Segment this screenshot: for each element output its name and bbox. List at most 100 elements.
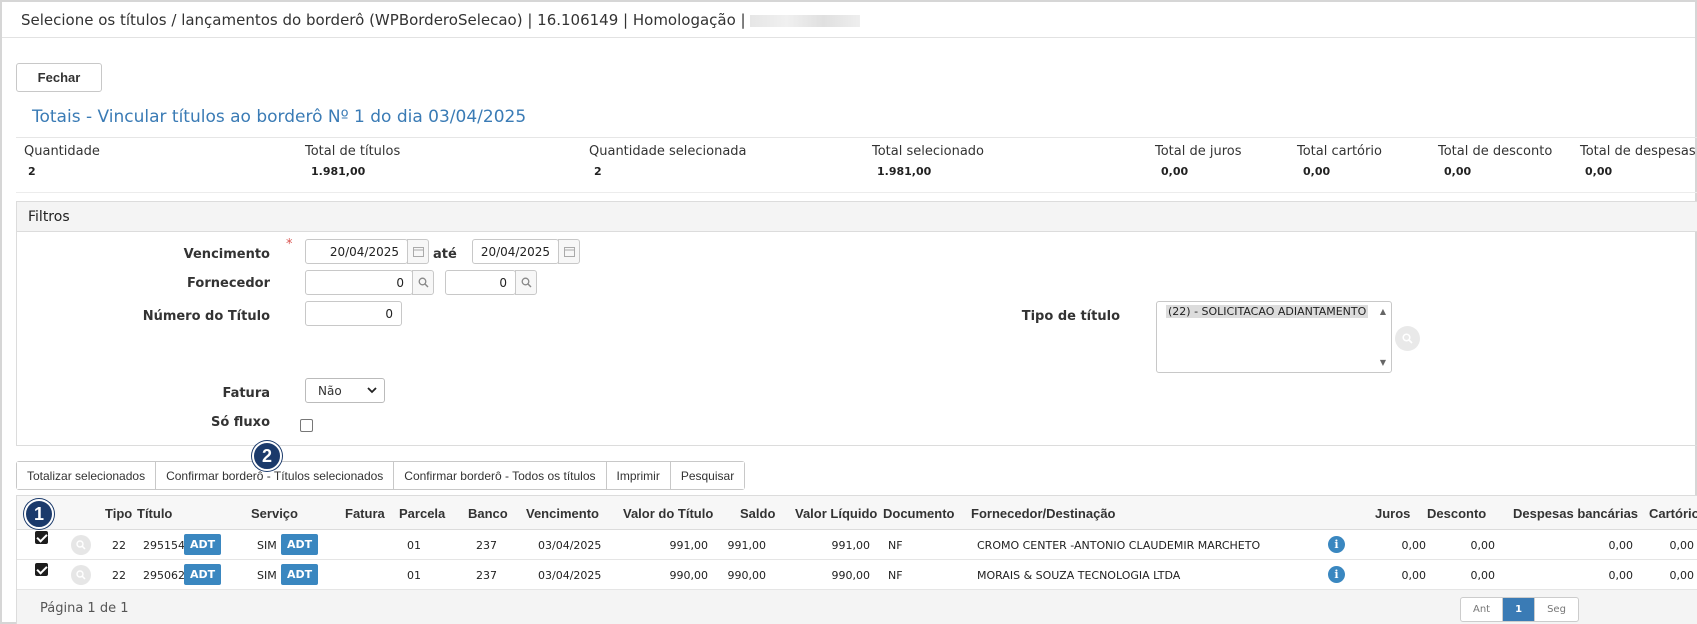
search-button[interactable]: Pesquisar — [670, 462, 745, 489]
row-type: 22 — [112, 539, 126, 552]
selected-quantity-label: Quantidade selecionada — [589, 144, 747, 159]
column-header[interactable]: Vencimento — [526, 506, 599, 521]
column-header[interactable]: Documento — [883, 506, 955, 521]
scroll-up-icon[interactable]: ▲ — [1380, 307, 1386, 316]
column-header[interactable]: Juros — [1375, 506, 1410, 521]
row-select-checkbox[interactable] — [35, 531, 48, 544]
row-registry: 0,00 — [1669, 539, 1695, 552]
row-discount: 0,00 — [1470, 539, 1496, 552]
total-interest-label: Total de juros — [1155, 144, 1242, 159]
supplier-label: Fornecedor — [187, 276, 270, 291]
row-title: 295062 — [143, 569, 185, 582]
filters-title: Filtros — [17, 202, 1697, 232]
service-tag[interactable]: ADT — [281, 564, 319, 585]
cash-flow-only-checkbox[interactable] — [300, 419, 313, 432]
title-number-input[interactable]: 0 — [305, 301, 402, 326]
search-icon[interactable] — [1395, 326, 1420, 351]
column-header[interactable]: Tipo — [105, 506, 132, 521]
total-quantity-label: Quantidade — [24, 144, 100, 159]
row-installment: 01 — [407, 539, 421, 552]
invoice-select[interactable]: Não — [305, 378, 385, 403]
title-number-label: Número do Título — [142, 309, 270, 324]
zoom-icon[interactable] — [71, 565, 91, 585]
row-due-date: 03/04/2025 — [538, 539, 602, 552]
title-tag[interactable]: ADT — [184, 534, 222, 555]
due-date-from-input[interactable]: 20/04/2025 — [305, 239, 408, 264]
column-header[interactable]: Desconto — [1427, 506, 1486, 521]
row-document: NF — [888, 569, 903, 582]
print-button[interactable]: Imprimir — [606, 462, 671, 489]
total-interest-value: 0,00 — [1161, 165, 1189, 178]
invoice-label: Fatura — [222, 386, 270, 401]
total-selected-value: 1.981,00 — [877, 165, 932, 178]
window-titlebar: Selecione os títulos / lançamentos do bo… — [2, 2, 1695, 38]
row-balance: 991,00 — [727, 539, 767, 552]
search-icon[interactable] — [515, 270, 537, 295]
total-titles-label: Total de títulos — [305, 144, 401, 159]
row-service: SIM — [257, 539, 277, 552]
info-icon[interactable]: i — [1328, 566, 1345, 583]
row-registry: 0,00 — [1669, 569, 1695, 582]
column-header[interactable]: Serviço — [251, 506, 298, 521]
divider — [16, 192, 1697, 193]
column-header[interactable]: Fornecedor/Destinação — [971, 506, 1116, 521]
chevron-down-icon — [367, 387, 377, 394]
page-info: Página 1 de 1 — [40, 601, 129, 616]
column-header[interactable]: Fatura — [345, 506, 385, 521]
total-discount-value: 0,00 — [1444, 165, 1472, 178]
column-header[interactable]: Saldo — [740, 506, 775, 521]
row-select-checkbox[interactable] — [35, 563, 48, 576]
row-balance: 990,00 — [727, 569, 767, 582]
due-date-label: Vencimento — [183, 247, 270, 262]
next-page-button[interactable]: Seg — [1535, 598, 1578, 621]
row-interest: 0,00 — [1401, 539, 1427, 552]
row-title-value: 991,00 — [669, 539, 709, 552]
confirm-all-button[interactable]: Confirmar borderô - Todos os títulos — [394, 462, 607, 489]
search-icon[interactable] — [412, 270, 434, 295]
zoom-icon[interactable] — [71, 535, 91, 555]
calendar-icon[interactable] — [558, 239, 580, 264]
scroll-down-icon[interactable]: ▼ — [1380, 358, 1386, 367]
info-icon[interactable]: i — [1328, 536, 1345, 553]
prev-page-button[interactable]: Ant — [1461, 598, 1504, 621]
service-tag[interactable]: ADT — [281, 534, 319, 555]
title-type-option[interactable]: (22) - SOLICITACAO ADIANTAMENTO — [1166, 305, 1369, 318]
total-selected-button[interactable]: Totalizar selecionados — [17, 462, 157, 489]
table-row[interactable]: 22 295062 ADT SIM ADT 01 237 03/04/2025 … — [17, 560, 1697, 590]
row-net-value: 990,00 — [831, 569, 871, 582]
title-tag[interactable]: ADT — [184, 564, 222, 585]
column-header[interactable]: Título — [137, 506, 172, 521]
due-date-to-input[interactable]: 20/04/2025 — [472, 239, 559, 264]
supplier-from-input[interactable]: 0 — [305, 270, 413, 295]
column-header[interactable]: Parcela — [399, 506, 445, 521]
table-row[interactable]: 22 295154 ADT SIM ADT 01 237 03/04/2025 … — [17, 530, 1697, 560]
close-button[interactable]: Fechar — [16, 63, 102, 92]
column-header[interactable]: Cartório — [1649, 506, 1697, 521]
title-type-listbox[interactable]: (22) - SOLICITACAO ADIANTAMENTO ▲ ▼ — [1156, 301, 1392, 373]
supplier-to-input[interactable]: 0 — [445, 270, 516, 295]
totals-title: Totais - Vincular títulos ao borderô Nº … — [32, 107, 527, 127]
total-expenses-value: 0,00 — [1585, 165, 1613, 178]
column-header[interactable]: Valor Líquido — [795, 506, 877, 521]
total-expenses-label: Total de despesas — [1580, 144, 1696, 159]
annotation-badge-1: 1 — [24, 499, 54, 529]
row-bank: 237 — [476, 569, 497, 582]
row-service: SIM — [257, 569, 277, 582]
column-header[interactable]: Valor do Título — [623, 506, 713, 521]
required-mark: * — [286, 237, 293, 252]
total-selected-label: Total selecionado — [872, 144, 984, 159]
row-due-date: 03/04/2025 — [538, 569, 602, 582]
column-header[interactable]: Banco — [468, 506, 508, 521]
column-header[interactable]: Despesas bancárias — [1513, 506, 1638, 521]
total-registry-value: 0,00 — [1303, 165, 1331, 178]
grid-toolbar: Totalizar selecionados Confirmar borderô… — [16, 461, 746, 490]
row-bank: 237 — [476, 539, 497, 552]
current-page-button[interactable]: 1 — [1503, 598, 1536, 621]
calendar-icon[interactable] — [407, 239, 429, 264]
range-separator: até — [433, 247, 457, 262]
selected-quantity-value: 2 — [594, 165, 602, 178]
grid-footer: Página 1 de 1 Ant 1 Seg — [17, 590, 1697, 624]
row-supplier: CROMO CENTER -ANTONIO CLAUDEMIR MARCHETO — [977, 539, 1261, 552]
total-titles-value: 1.981,00 — [311, 165, 366, 178]
row-bank-expenses: 0,00 — [1608, 539, 1634, 552]
